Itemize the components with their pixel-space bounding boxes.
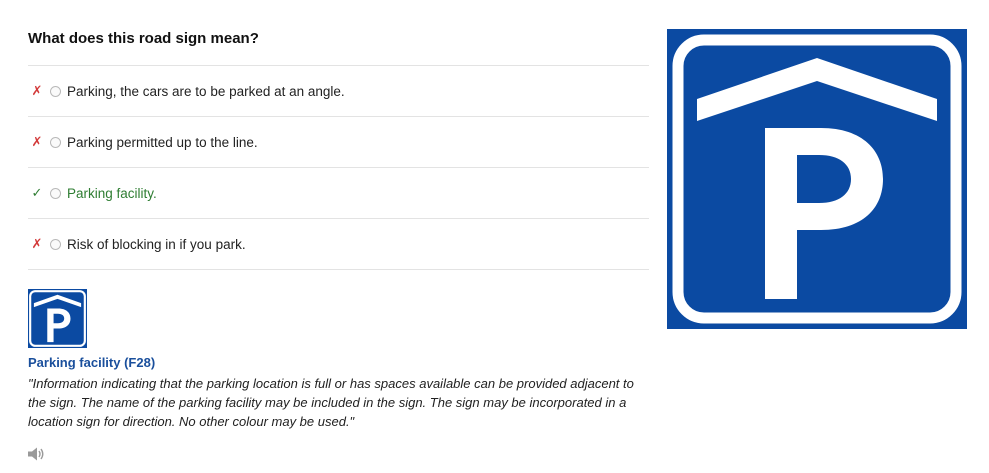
radio-button[interactable] — [50, 187, 61, 199]
radio-button[interactable] — [50, 238, 61, 250]
wrong-mark-icon: ✗ — [31, 236, 43, 251]
answer-option-label: Parking, the cars are to be parked at an… — [67, 83, 345, 99]
question-title: What does this road sign mean? — [28, 30, 259, 47]
speaker-icon[interactable] — [27, 446, 45, 462]
answer-option[interactable]: ✗ Parking permitted up to the line. — [28, 117, 649, 168]
radio-button[interactable] — [50, 136, 61, 148]
question-page: What does this road sign mean? ✗ Parking… — [0, 0, 989, 473]
answer-option[interactable]: ✗ Parking, the cars are to be parked at … — [28, 66, 649, 117]
sign-name: Parking facility (F28) — [28, 355, 156, 370]
answer-option-label: Parking permitted up to the line. — [67, 134, 258, 150]
parking-facility-sign-thumbnail — [28, 289, 87, 348]
answer-option-correct[interactable]: ✓ Parking facility. — [28, 168, 649, 219]
wrong-mark-icon: ✗ — [31, 83, 43, 98]
wrong-mark-icon: ✗ — [31, 134, 43, 149]
radio-button[interactable] — [50, 85, 61, 97]
answer-option[interactable]: ✗ Risk of blocking in if you park. — [28, 219, 649, 270]
answer-option-label: Parking facility. — [67, 185, 157, 201]
sign-description: "Information indicating that the parking… — [28, 376, 634, 429]
check-mark-icon: ✓ — [31, 185, 43, 200]
answer-option-label: Risk of blocking in if you park. — [67, 236, 246, 252]
answer-options: ✗ Parking, the cars are to be parked at … — [28, 65, 649, 270]
parking-facility-sign — [667, 29, 967, 329]
